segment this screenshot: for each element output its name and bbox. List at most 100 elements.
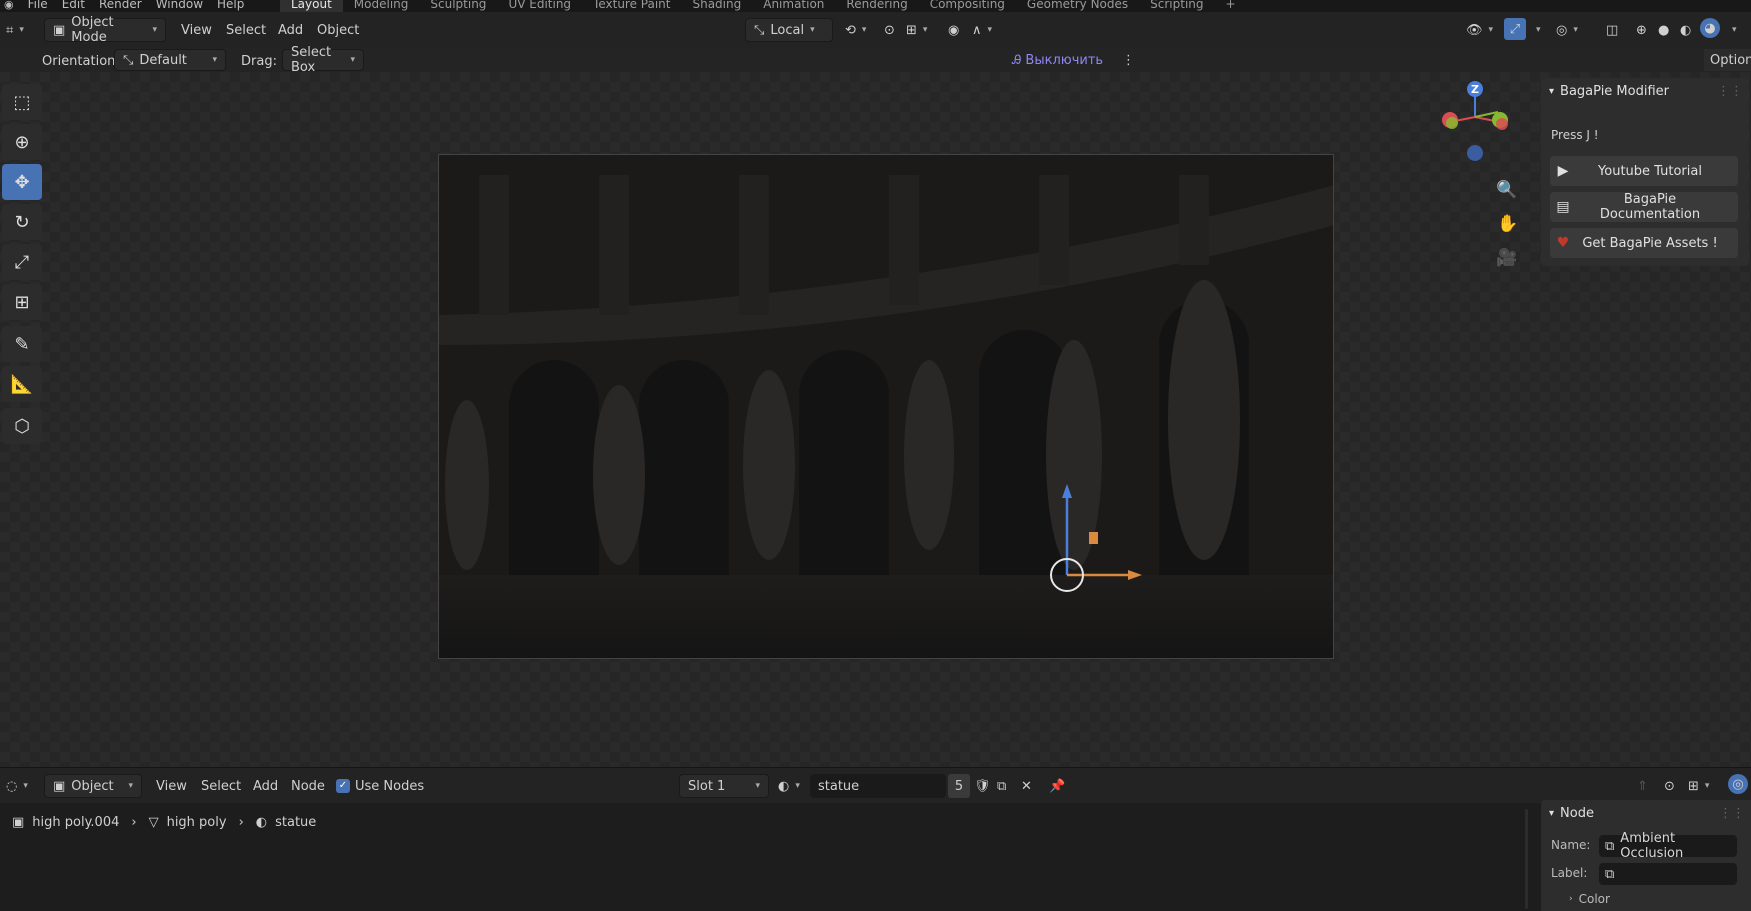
orientation-dropdown[interactable]: ⤡ Default ▾	[114, 49, 226, 71]
node-snap-icon[interactable]: ⊙	[1664, 774, 1675, 798]
transform-orientation-dropdown[interactable]: ⤡ Local ▾	[745, 18, 833, 42]
get-bagapie-assets-button[interactable]: ♥ Get BagaPie Assets !	[1550, 228, 1738, 258]
xray-icon[interactable]: ◫	[1606, 18, 1618, 42]
node-panel-header[interactable]: ▾ Node	[1549, 806, 1594, 821]
navigation-gizmo[interactable]: Z	[1434, 76, 1514, 166]
material-name-field[interactable]: statue	[810, 774, 946, 798]
color-section-label: Color	[1578, 892, 1610, 906]
move-tool[interactable]: ✥	[2, 164, 42, 200]
object-type-icon: ▣	[53, 778, 66, 794]
tab-layout[interactable]: Layout	[280, 0, 343, 12]
parent-node-tree-icon[interactable]: ⇑	[1637, 774, 1648, 798]
add-cube-tool[interactable]: ⬡	[2, 408, 42, 444]
shading-dropdown-icon[interactable]: ▾	[1726, 18, 1737, 42]
use-nodes-checkbox[interactable]: ✓ Use Nodes	[336, 774, 424, 798]
node-label-field[interactable]: ⧉	[1599, 863, 1737, 885]
menu-select[interactable]: Select	[226, 18, 266, 42]
more-options-icon[interactable]: ⋮	[1122, 48, 1135, 72]
tab-shading[interactable]: Shading	[681, 0, 752, 12]
menu-view[interactable]: View	[181, 18, 212, 42]
unlink-material-icon[interactable]: ✕	[1021, 774, 1032, 798]
tab-scripting[interactable]: Scripting	[1139, 0, 1214, 12]
ruler-icon: 📐	[10, 373, 34, 395]
duplicate-material-icon[interactable]: ⧉	[997, 774, 1006, 798]
camera-render-frame	[438, 154, 1334, 659]
shader-type-dropdown[interactable]: ▣ Object ▾	[44, 774, 142, 798]
tab-animation[interactable]: Animation	[752, 0, 835, 12]
shading-material-icon[interactable]: ◐	[1680, 18, 1691, 42]
menu-object[interactable]: Object	[317, 18, 359, 42]
name-label: Name:	[1551, 838, 1591, 852]
shading-rendered-icon[interactable]: ◕	[1700, 18, 1720, 38]
bagapie-documentation-button[interactable]: ▤ BagaPie Documentation	[1550, 192, 1738, 222]
menu-help[interactable]: Help	[217, 0, 244, 11]
node-overlay-icon[interactable]: ◎	[1728, 774, 1748, 794]
menu-render[interactable]: Render	[99, 0, 142, 11]
menu-edit[interactable]: Edit	[62, 0, 85, 11]
orientation-label: Orientation:	[42, 53, 120, 69]
editor-type-dropdown[interactable]: ⌗ ▾	[6, 18, 24, 42]
scale-tool[interactable]: ⤢	[2, 244, 42, 280]
node-menu-add[interactable]: Add	[253, 774, 278, 798]
3d-viewport[interactable]: ⬚ ⊕ ✥ ↻ ⤢ ⊞ ✎ 📐 ⬡ Z 🔍 ✋ 🎥 ▾ BagaPie Modi…	[0, 72, 1751, 767]
menu-window[interactable]: Window	[156, 0, 203, 11]
slot-dropdown[interactable]: Slot 1 ▾	[679, 774, 769, 798]
fake-user-shield-icon[interactable]: 🛡	[974, 774, 991, 798]
tab-modeling[interactable]: Modeling	[343, 0, 420, 12]
shader-editor-icon: ◌	[6, 778, 18, 794]
tab-sculpting[interactable]: Sculpting	[419, 0, 497, 12]
snap-toggle-icon[interactable]: ⊙	[884, 18, 895, 42]
blender-logo-icon[interactable]: ◉	[4, 0, 14, 11]
rotate-tool[interactable]: ↻	[2, 204, 42, 240]
node-editor-canvas[interactable]: ▣ high poly.004 › ▽ high poly › ◐ statue	[0, 803, 1751, 911]
translate-toggle[interactable]: Ꭿ Выключить	[1012, 48, 1103, 72]
zoom-icon[interactable]: 🔍	[1496, 180, 1517, 200]
measure-tool[interactable]: 📐	[2, 366, 42, 402]
tab-compositing[interactable]: Compositing	[919, 0, 1016, 12]
tab-rendering[interactable]: Rendering	[835, 0, 918, 12]
node-snap-target-icon[interactable]: ⊞ ▾	[1688, 774, 1709, 798]
node-menu-select[interactable]: Select	[201, 774, 241, 798]
menu-add[interactable]: Add	[278, 18, 303, 42]
pin-icon[interactable]: 📌	[1049, 774, 1065, 798]
select-box-tool[interactable]: ⬚	[2, 84, 42, 120]
node-menu-view[interactable]: View	[156, 774, 187, 798]
cursor-tool[interactable]: ⊕	[2, 124, 42, 160]
shading-solid-icon[interactable]: ●	[1658, 18, 1669, 42]
proportional-edit-icon[interactable]: ◉	[948, 18, 959, 42]
move-gizmo[interactable]	[1040, 472, 1150, 592]
falloff-icon[interactable]: ∧ ▾	[972, 18, 992, 42]
tab-uv-editing[interactable]: UV Editing	[497, 0, 582, 12]
use-nodes-label: Use Nodes	[355, 778, 425, 794]
scrollbar[interactable]	[1525, 809, 1528, 909]
pivot-point-icon[interactable]: ⟲ ▾	[845, 18, 866, 42]
options-button[interactable]: Options	[1704, 49, 1751, 71]
node-editor-type-dropdown[interactable]: ◌ ▾	[6, 774, 28, 798]
tab-geometry-nodes[interactable]: Geometry Nodes	[1016, 0, 1139, 12]
mode-dropdown[interactable]: ▣ Object Mode ▾	[44, 15, 166, 45]
material-browse-dropdown[interactable]: ◐ ▾	[778, 774, 800, 798]
gizmo-dropdown-icon[interactable]: ▾	[1530, 18, 1541, 42]
node-menu-node[interactable]: Node	[291, 774, 325, 798]
drag-handle-icon[interactable]: ⋮⋮	[1719, 806, 1745, 821]
snap-target-icon[interactable]: ⊞ ▾	[906, 18, 927, 42]
tab-texture-paint[interactable]: Texture Paint	[582, 0, 681, 12]
drag-dropdown[interactable]: Select Box ▾	[282, 45, 364, 75]
node-name-field[interactable]: ⧉ Ambient Occlusion	[1599, 831, 1737, 861]
color-section-header[interactable]: › Color	[1569, 892, 1610, 906]
pan-hand-icon[interactable]: ✋	[1497, 214, 1518, 234]
visibility-icon[interactable]: 👁 ▾	[1466, 18, 1493, 42]
overlay-icon[interactable]: ◎ ▾	[1556, 18, 1578, 42]
drag-handle-icon[interactable]: ⋮⋮	[1717, 84, 1743, 99]
shading-wireframe-icon[interactable]: ⊕	[1636, 18, 1647, 42]
camera-view-icon[interactable]: 🎥	[1496, 248, 1517, 268]
annotate-tool[interactable]: ✎	[2, 326, 42, 362]
menu-file[interactable]: File	[28, 0, 48, 11]
add-workspace-button[interactable]: +	[1215, 0, 1247, 12]
user-count-badge[interactable]: 5	[948, 774, 970, 798]
youtube-tutorial-button[interactable]: ▶ Youtube Tutorial	[1550, 156, 1738, 186]
transform-tool[interactable]: ⊞	[2, 284, 42, 320]
gizmo-toggle-icon[interactable]: ⤢	[1504, 18, 1526, 40]
shader-type-label: Object	[71, 778, 114, 794]
bagapie-panel-header[interactable]: ▾ BagaPie Modifier	[1549, 84, 1669, 99]
